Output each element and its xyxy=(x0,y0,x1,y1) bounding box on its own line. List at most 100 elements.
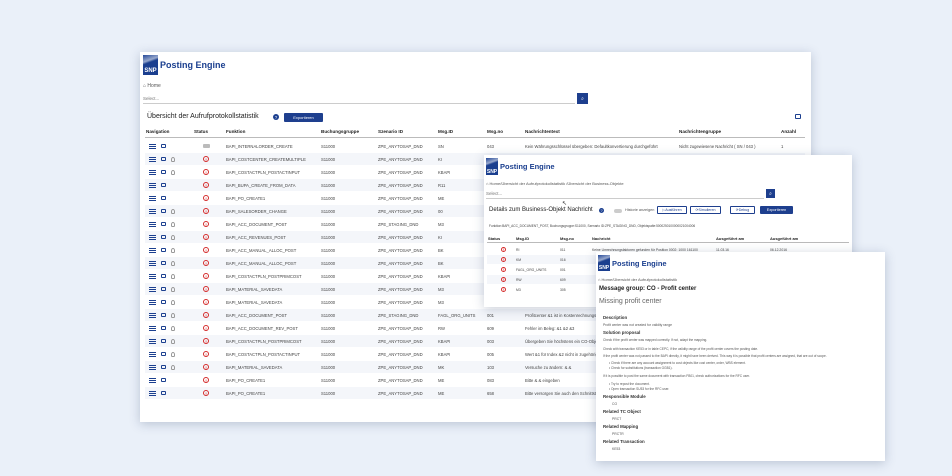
lightbulb-icon[interactable] xyxy=(171,299,175,305)
history-toggle[interactable] xyxy=(614,209,622,213)
comment-icon[interactable] xyxy=(161,248,166,252)
comment-icon[interactable] xyxy=(161,339,166,343)
comment-icon[interactable] xyxy=(161,144,166,148)
search-button[interactable]: ⌕ xyxy=(577,93,588,104)
error-status-icon: ! xyxy=(203,325,209,331)
comment-icon[interactable] xyxy=(161,222,166,226)
column-header[interactable]: Szenario ID xyxy=(377,129,437,137)
comment-icon[interactable] xyxy=(161,196,166,200)
column-header[interactable]: Nachricht xyxy=(591,236,715,242)
menu-icon[interactable] xyxy=(149,156,156,162)
menu-icon[interactable] xyxy=(149,364,156,370)
menu-icon[interactable] xyxy=(149,247,156,253)
menu-icon[interactable] xyxy=(149,325,156,331)
app-logo[interactable]: SNP Posting Engine xyxy=(598,255,667,271)
posting-group-cell: S11000 xyxy=(321,286,336,292)
function-cell: BAPI_MATERIAL_SAVEDATA xyxy=(226,286,283,292)
menu-icon[interactable] xyxy=(149,234,156,240)
column-header[interactable]: Msg.no xyxy=(559,236,591,242)
menu-icon[interactable] xyxy=(149,208,156,214)
comment-icon[interactable] xyxy=(161,235,166,239)
menu-icon[interactable] xyxy=(149,221,156,227)
menu-icon[interactable] xyxy=(149,182,156,188)
comment-icon[interactable] xyxy=(161,313,166,317)
comment-icon[interactable] xyxy=(161,170,166,174)
lightbulb-icon[interactable] xyxy=(171,312,175,318)
column-header[interactable]: Nachrichtengruppe xyxy=(678,129,780,137)
column-header[interactable]: Buchungsgruppe xyxy=(320,129,377,137)
comment-icon[interactable] xyxy=(161,274,166,278)
debug-button[interactable]: ⟳ Debug xyxy=(730,206,755,214)
lightbulb-icon[interactable] xyxy=(171,273,175,279)
lightbulb-icon[interactable] xyxy=(171,364,175,370)
menu-icon[interactable] xyxy=(149,338,156,344)
lightbulb-icon[interactable] xyxy=(171,247,175,253)
menu-icon[interactable] xyxy=(149,312,156,318)
export-button[interactable]: Exportieren xyxy=(760,206,793,214)
lightbulb-icon[interactable] xyxy=(171,208,175,214)
column-header[interactable]: Ausgeführt am xyxy=(769,236,824,242)
menu-icon[interactable] xyxy=(149,143,156,149)
comment-icon[interactable] xyxy=(161,287,166,291)
related-transaction-heading: Related Transaction xyxy=(603,439,645,444)
column-header[interactable]: Msg.ID xyxy=(515,236,559,242)
search-input[interactable]: Select... xyxy=(143,93,575,104)
msg-id-cell: MK xyxy=(438,364,445,370)
comment-icon[interactable] xyxy=(161,209,166,213)
navigation-cell xyxy=(145,247,193,253)
lightbulb-icon[interactable] xyxy=(171,221,175,227)
comment-icon[interactable] xyxy=(161,352,166,356)
menu-icon[interactable] xyxy=(149,273,156,279)
lightbulb-icon[interactable] xyxy=(171,338,175,344)
menu-icon[interactable] xyxy=(149,390,156,396)
export-button[interactable]: Exportieren xyxy=(284,113,323,122)
breadcrumb[interactable]: ⌂ Home xyxy=(143,83,161,89)
function-cell: BAPI_PO_CREATE1 xyxy=(226,377,266,383)
table-row[interactable]: BAPI_INTERNALORDER_CREATE S11000 ZPE_ANYTO… xyxy=(145,140,805,152)
comment-icon[interactable] xyxy=(161,391,166,395)
column-header[interactable]: Status xyxy=(487,236,515,242)
breadcrumb[interactable]: ⌂ Home/Übersicht der Aufrufprotokollstat… xyxy=(486,181,624,186)
lightbulb-icon[interactable] xyxy=(171,234,175,240)
column-header[interactable]: Anzahl xyxy=(780,129,805,137)
menu-icon[interactable] xyxy=(149,299,156,305)
comment-icon[interactable] xyxy=(161,300,166,304)
lightbulb-icon[interactable] xyxy=(171,351,175,357)
comment-icon[interactable] xyxy=(161,183,166,187)
lightbulb-icon[interactable] xyxy=(171,156,175,162)
lightbulb-icon[interactable] xyxy=(171,325,175,331)
comment-icon[interactable] xyxy=(161,157,166,161)
lightbulb-icon[interactable] xyxy=(171,260,175,266)
menu-icon[interactable] xyxy=(149,169,156,175)
search-button[interactable]: ⌕ xyxy=(766,189,775,198)
execute-button[interactable]: ▷ Ausführen xyxy=(657,206,687,214)
menu-icon[interactable] xyxy=(149,260,156,266)
menu-icon[interactable] xyxy=(149,377,156,383)
column-header[interactable]: Status xyxy=(193,129,225,137)
help-icon[interactable]: ? xyxy=(599,208,604,213)
help-icon[interactable]: ? xyxy=(273,114,279,120)
menu-icon[interactable] xyxy=(149,195,156,201)
comment-icon[interactable] xyxy=(161,261,166,265)
column-header[interactable]: Navigation xyxy=(145,129,193,137)
comment-icon[interactable] xyxy=(161,378,166,382)
menu-icon[interactable] xyxy=(149,351,156,357)
column-header[interactable]: Msg.ID xyxy=(437,129,486,137)
lightbulb-icon[interactable] xyxy=(171,169,175,175)
column-header[interactable]: Ausgeführt am xyxy=(715,236,769,242)
breadcrumb[interactable]: ⌂ Home/Übersicht der Aufrufprotokollstat… xyxy=(598,277,677,282)
app-logo[interactable]: SNP Posting Engine xyxy=(143,55,226,75)
menu-icon[interactable] xyxy=(149,286,156,292)
column-header[interactable]: Funktion xyxy=(225,129,320,137)
error-status-icon: ! xyxy=(501,267,506,272)
column-header[interactable]: Nachrichtentext xyxy=(524,129,678,137)
column-header[interactable]: Msg.no xyxy=(486,129,524,137)
simulate-button[interactable]: ⟳ Simulieren xyxy=(690,206,721,214)
app-logo[interactable]: SNP Posting Engine xyxy=(486,158,555,175)
msg-id-cell: M3 xyxy=(438,286,444,292)
comment-icon[interactable] xyxy=(161,365,166,369)
lightbulb-icon[interactable] xyxy=(171,286,175,292)
column-settings-icon[interactable] xyxy=(795,114,801,119)
search-input[interactable]: Select... xyxy=(486,189,764,199)
comment-icon[interactable] xyxy=(161,326,166,330)
